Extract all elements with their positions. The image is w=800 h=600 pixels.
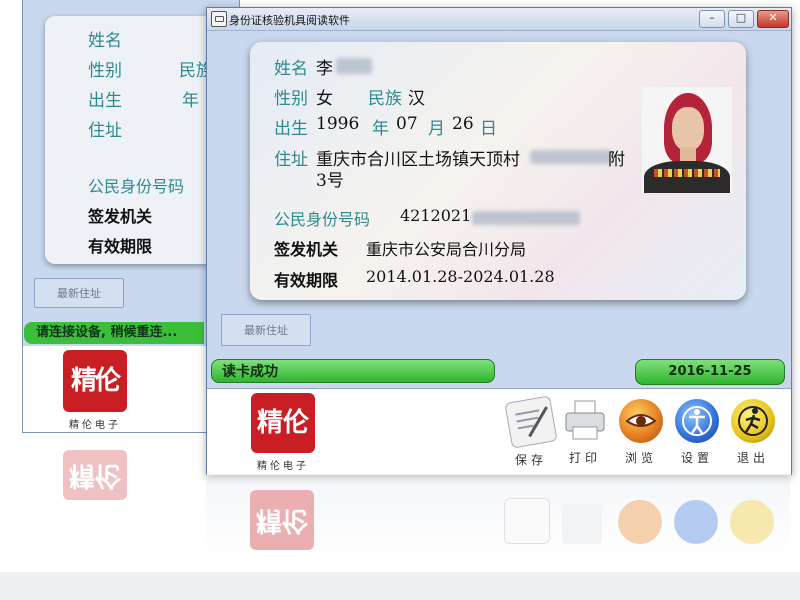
brand-seal-reflection: 精伦 <box>250 490 314 550</box>
print-tool[interactable]: 打印 <box>559 399 611 466</box>
exit-icon <box>731 399 775 443</box>
exit-label: 退出 <box>736 451 769 465</box>
back-label-year: 年 <box>182 91 199 111</box>
printer-icon <box>563 399 607 443</box>
save-icon-reflection <box>504 498 550 544</box>
back-label-address: 住址 <box>88 121 122 141</box>
brand-caption: 精伦电子 <box>257 461 309 472</box>
window-title: 身份证核验机具阅读软件 <box>229 14 350 27</box>
back-brand-caption: 精伦电子 <box>69 420 121 431</box>
redaction-id-number <box>472 211 580 225</box>
back-reflection: 精伦 <box>23 432 207 502</box>
exit-icon-reflection <box>730 500 774 544</box>
brand-seal: 精伦 <box>251 393 315 453</box>
label-day-unit: 日 <box>480 119 497 139</box>
close-button[interactable]: ✕ <box>757 10 789 28</box>
title-bar[interactable]: 身份证核验机具阅读软件 – □ ✕ <box>207 8 791 31</box>
back-status-bar: 请连接设备, 稍候重连... <box>24 322 204 344</box>
back-label-validity: 有效期限 <box>88 237 153 256</box>
page-footer-strip <box>0 572 800 600</box>
save-icon <box>504 395 558 449</box>
browse-label: 浏览 <box>624 451 657 465</box>
back-label-birth: 出生 <box>88 91 122 111</box>
id-card-panel: 姓名 李 性别 女 民族 汉 出生 1996 年 07 月 26 日 住址 重庆… <box>250 42 746 300</box>
value-name: 李 <box>316 59 333 79</box>
back-label-id-number: 公民身份号码 <box>88 177 185 196</box>
settings-tool[interactable]: 设置 <box>671 399 723 466</box>
label-address: 住址 <box>274 150 308 170</box>
value-validity: 2014.01.28-2024.01.28 <box>366 267 555 286</box>
value-address-line1: 重庆市合川区土场镇天顶村 <box>316 150 520 170</box>
toolbar-panel: 精伦 精伦电子 保存 打印 浏览 设置 退出 <box>207 388 791 475</box>
save-label: 保存 <box>514 453 547 467</box>
back-footer-panel: 精伦 精伦电子 <box>23 346 207 432</box>
settings-icon <box>675 399 719 443</box>
back-label-authority: 签发机关 <box>88 207 153 226</box>
label-validity: 有效期限 <box>274 271 339 290</box>
value-address-line2: 3号 <box>316 171 344 191</box>
redaction-name <box>336 58 372 74</box>
label-month-unit: 月 <box>428 119 445 139</box>
label-birth: 出生 <box>274 119 308 139</box>
value-birth-day: 26 <box>452 114 474 134</box>
toolbar-reflection: 精伦 <box>206 474 790 554</box>
browse-tool[interactable]: 浏览 <box>615 399 667 466</box>
value-id-number: 4212021 <box>400 206 472 225</box>
back-brand-seal: 精伦 <box>63 350 127 412</box>
label-gender: 性别 <box>274 89 308 109</box>
reread-address-button[interactable]: 最新住址 <box>221 314 311 346</box>
id-photo <box>642 87 732 193</box>
status-bar: 读卡成功 <box>211 359 495 383</box>
label-ethnicity: 民族 <box>368 89 402 109</box>
printer-icon-reflection <box>562 504 602 544</box>
eye-icon-reflection <box>618 500 662 544</box>
settings-icon-reflection <box>674 500 718 544</box>
value-birth-month: 07 <box>396 114 418 134</box>
maximize-button[interactable]: □ <box>728 10 754 28</box>
back-label-name: 姓名 <box>88 31 122 51</box>
eye-icon <box>619 399 663 443</box>
save-tool[interactable]: 保存 <box>504 395 558 468</box>
settings-label: 设置 <box>680 451 713 465</box>
value-address-tail: 附 <box>608 150 625 170</box>
minimize-button[interactable]: – <box>699 10 725 28</box>
value-gender: 女 <box>316 89 333 109</box>
app-icon <box>211 11 227 27</box>
value-authority: 重庆市公安局合川分局 <box>366 240 527 259</box>
redaction-address <box>530 150 612 164</box>
label-authority: 签发机关 <box>274 240 339 259</box>
date-display: 2016-11-25 <box>635 359 785 385</box>
print-label: 打印 <box>568 451 601 465</box>
exit-tool[interactable]: 退出 <box>727 399 779 466</box>
main-window: 身份证核验机具阅读软件 – □ ✕ 姓名 李 性别 女 民族 汉 出生 1996… <box>206 7 792 475</box>
back-seal-reflection: 精伦 <box>63 450 127 500</box>
label-name: 姓名 <box>274 59 308 79</box>
label-year-unit: 年 <box>372 119 389 139</box>
back-label-gender: 性别 <box>88 61 122 81</box>
value-birth-year: 1996 <box>316 114 360 134</box>
back-reread-button[interactable]: 最新住址 <box>34 278 124 308</box>
label-id-number: 公民身份号码 <box>274 210 371 229</box>
value-ethnicity: 汉 <box>408 89 425 109</box>
